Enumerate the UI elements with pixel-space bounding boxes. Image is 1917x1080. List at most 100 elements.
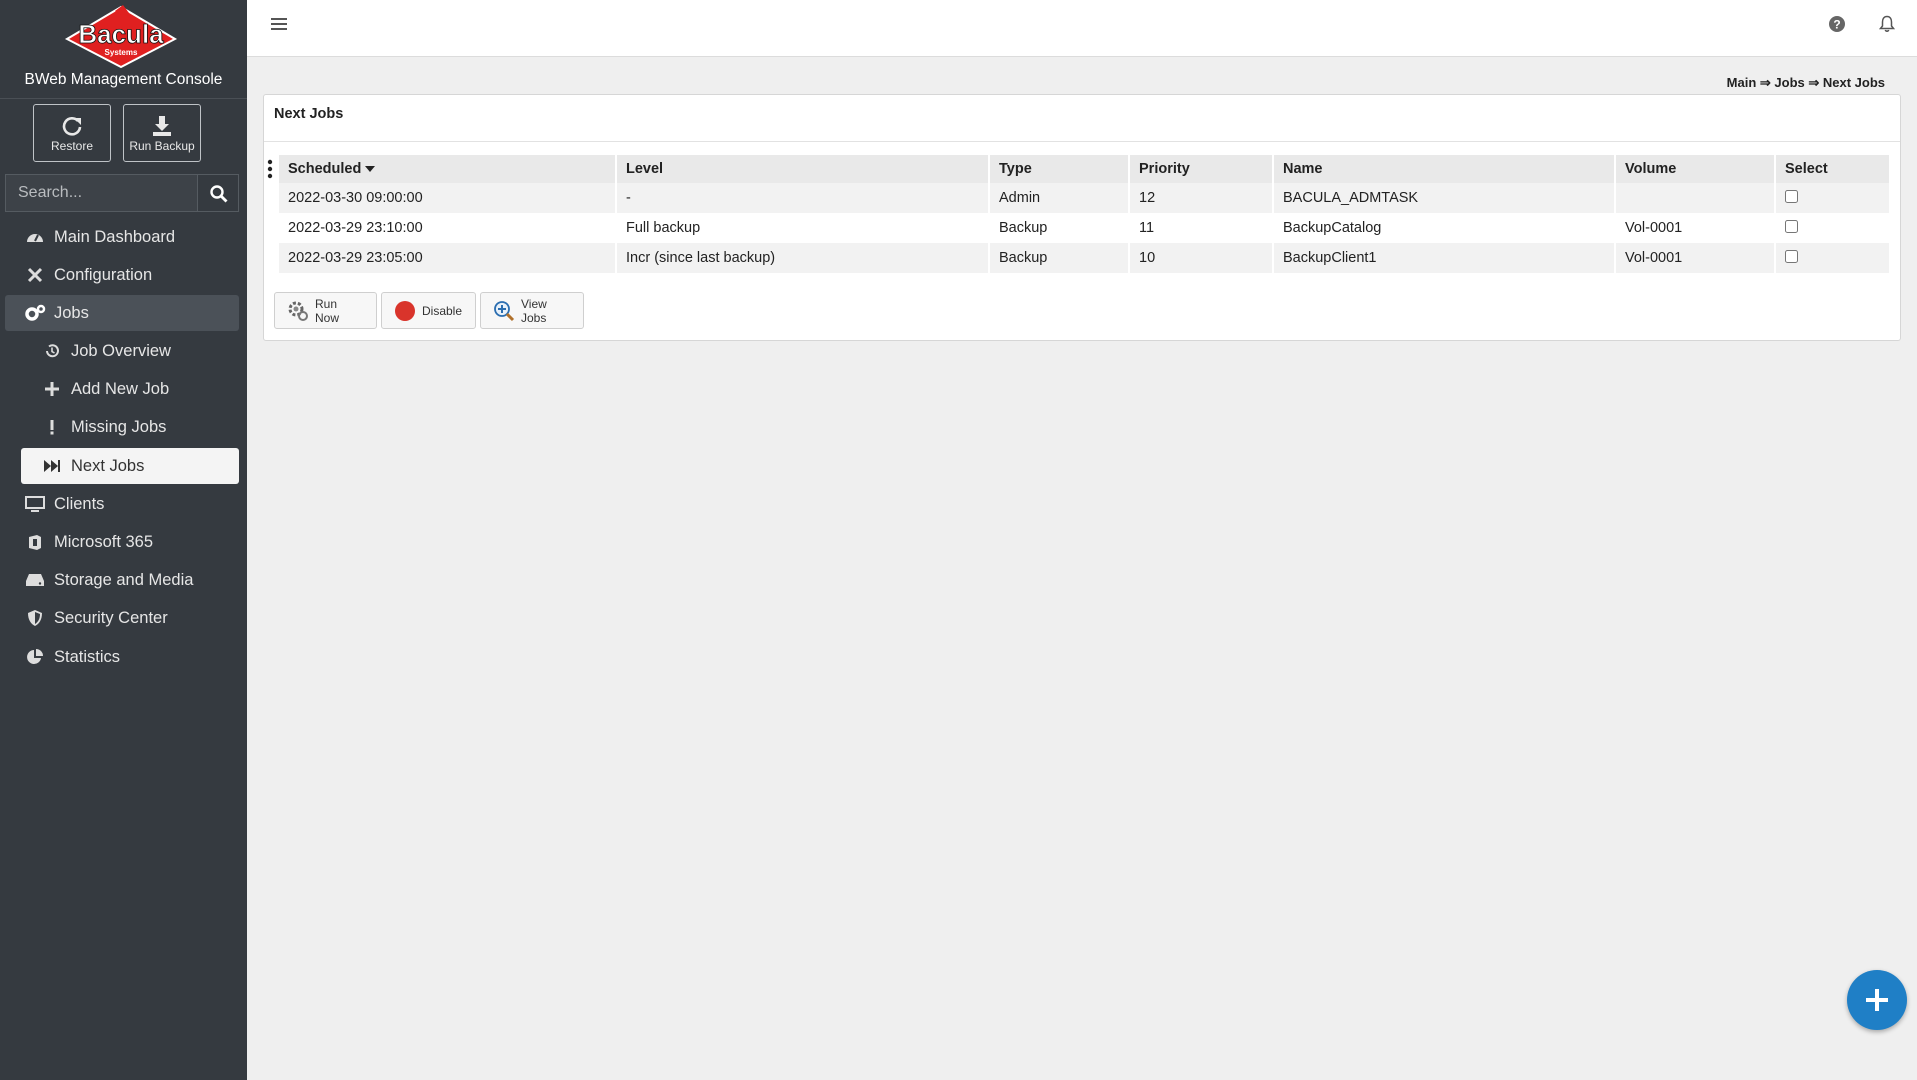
run-backup-label: Run Backup bbox=[129, 139, 195, 153]
nav-main-dashboard[interactable]: Main Dashboard bbox=[5, 219, 239, 255]
shield-icon bbox=[24, 608, 46, 628]
plus-icon bbox=[1866, 989, 1888, 1011]
top-bar: ? bbox=[247, 0, 1917, 57]
nav-label: Main Dashboard bbox=[54, 227, 176, 246]
cell-level: - bbox=[617, 183, 988, 213]
cell-volume bbox=[1616, 183, 1774, 213]
column-header-volume[interactable]: Volume bbox=[1616, 155, 1774, 183]
table-row[interactable]: 2022-03-29 23:10:00 Full backup Backup 1… bbox=[279, 213, 1889, 243]
cell-priority: 12 bbox=[1130, 183, 1272, 213]
download-icon bbox=[124, 115, 200, 137]
office-icon bbox=[24, 532, 46, 552]
nav-label: Statistics bbox=[54, 647, 121, 666]
nav-storage-and-media[interactable]: Storage and Media bbox=[5, 562, 239, 598]
cell-level: Incr (since last backup) bbox=[617, 243, 988, 273]
nav-label: Add New Job bbox=[71, 379, 170, 398]
tools-icon bbox=[24, 265, 46, 285]
cell-type: Admin bbox=[990, 183, 1128, 213]
nav-label: Next Jobs bbox=[71, 456, 145, 475]
cell-scheduled: 2022-03-30 09:00:00 bbox=[279, 183, 615, 213]
cell-name: BackupClient1 bbox=[1274, 243, 1614, 273]
help-icon[interactable]: ? bbox=[1829, 16, 1845, 32]
run-now-button[interactable]: Run Now bbox=[274, 292, 377, 329]
table-row[interactable]: 2022-03-30 09:00:00 - Admin 12 BACULA_AD… bbox=[279, 183, 1889, 213]
cell-priority: 10 bbox=[1130, 243, 1272, 273]
nav-missing-jobs[interactable]: Missing Jobs bbox=[5, 409, 239, 445]
nav-label: Jobs bbox=[54, 303, 89, 322]
cell-type: Backup bbox=[990, 213, 1128, 243]
search-button[interactable] bbox=[197, 174, 239, 212]
nav-label: Job Overview bbox=[71, 341, 171, 360]
nav-label: Configuration bbox=[54, 265, 153, 284]
nav-label: Microsoft 365 bbox=[54, 532, 154, 551]
restore-button[interactable]: Restore bbox=[33, 104, 111, 162]
sidebar-header: Bacula Systems BWeb Management Console bbox=[0, 0, 247, 99]
cell-select bbox=[1776, 213, 1889, 243]
cell-level: Full backup bbox=[617, 213, 988, 243]
search-input[interactable] bbox=[5, 174, 197, 212]
nav-configuration[interactable]: Configuration bbox=[5, 257, 239, 293]
fast-forward-icon bbox=[41, 456, 63, 476]
nav-add-new-job[interactable]: Add New Job bbox=[5, 371, 239, 407]
add-fab-button[interactable] bbox=[1847, 970, 1907, 1030]
column-header-select[interactable]: Select bbox=[1776, 155, 1889, 183]
dashboard-icon bbox=[24, 227, 46, 247]
console-title: BWeb Management Console bbox=[24, 71, 223, 88]
nav-next-jobs[interactable]: Next Jobs bbox=[21, 448, 239, 484]
row-select-checkbox[interactable] bbox=[1785, 189, 1798, 203]
view-jobs-button[interactable]: View Jobs bbox=[480, 292, 584, 329]
bell-icon[interactable] bbox=[1879, 15, 1895, 33]
cell-priority: 11 bbox=[1130, 213, 1272, 243]
column-header-type[interactable]: Type bbox=[990, 155, 1128, 183]
hamburger-menu-icon[interactable] bbox=[271, 17, 287, 31]
gear-run-icon bbox=[287, 300, 309, 322]
monitor-icon bbox=[24, 494, 46, 514]
cell-volume: Vol-0001 bbox=[1616, 243, 1774, 273]
pie-chart-icon bbox=[24, 647, 46, 667]
nav-label: Missing Jobs bbox=[71, 417, 167, 436]
row-select-checkbox[interactable] bbox=[1785, 249, 1798, 263]
svg-text:?: ? bbox=[1833, 18, 1840, 32]
zoom-icon bbox=[493, 300, 515, 322]
cell-name: BACULA_ADMTASK bbox=[1274, 183, 1614, 213]
table-row[interactable]: 2022-03-29 23:05:00 Incr (since last bac… bbox=[279, 243, 1889, 273]
cell-scheduled: 2022-03-29 23:10:00 bbox=[279, 213, 615, 243]
run-now-label: Run Now bbox=[315, 296, 340, 325]
disable-button[interactable]: Disable bbox=[381, 292, 476, 329]
history-icon bbox=[41, 341, 63, 361]
logo-text: Bacula bbox=[78, 19, 164, 49]
column-header-name[interactable]: Name bbox=[1274, 155, 1614, 183]
cell-volume: Vol-0001 bbox=[1616, 213, 1774, 243]
header-label: Scheduled bbox=[288, 161, 362, 177]
cell-select bbox=[1776, 183, 1889, 213]
nav-microsoft-365[interactable]: Microsoft 365 bbox=[5, 524, 239, 560]
plus-icon bbox=[41, 379, 63, 399]
cell-type: Backup bbox=[990, 243, 1128, 273]
cell-scheduled: 2022-03-29 23:05:00 bbox=[279, 243, 615, 273]
logo-subtext: Systems bbox=[105, 48, 138, 57]
row-select-checkbox[interactable] bbox=[1785, 219, 1798, 233]
cell-select bbox=[1776, 243, 1889, 273]
gears-icon bbox=[24, 303, 46, 323]
nav-jobs[interactable]: Jobs bbox=[5, 295, 239, 331]
divider bbox=[264, 141, 1900, 142]
nav-job-overview[interactable]: Job Overview bbox=[5, 333, 239, 369]
refresh-icon bbox=[34, 115, 110, 137]
nav-label: Storage and Media bbox=[54, 570, 194, 589]
nav-clients[interactable]: Clients bbox=[5, 486, 239, 522]
search-box bbox=[5, 174, 239, 212]
red-circle-icon bbox=[394, 300, 416, 322]
column-header-scheduled[interactable]: Scheduled bbox=[279, 155, 615, 183]
column-header-priority[interactable]: Priority bbox=[1130, 155, 1272, 183]
search-icon bbox=[210, 185, 228, 203]
card-title: Next Jobs bbox=[274, 106, 344, 122]
view-jobs-label: View Jobs bbox=[521, 296, 547, 325]
nav-label: Security Center bbox=[54, 608, 168, 627]
disable-label: Disable bbox=[422, 303, 463, 318]
column-header-level[interactable]: Level bbox=[617, 155, 988, 183]
nav-security-center[interactable]: Security Center bbox=[5, 600, 239, 636]
column-menu-icon[interactable] bbox=[267, 159, 273, 179]
bacula-logo[interactable]: Bacula Systems bbox=[63, 5, 179, 69]
run-backup-button[interactable]: Run Backup bbox=[123, 104, 201, 162]
nav-statistics[interactable]: Statistics bbox=[5, 639, 239, 675]
